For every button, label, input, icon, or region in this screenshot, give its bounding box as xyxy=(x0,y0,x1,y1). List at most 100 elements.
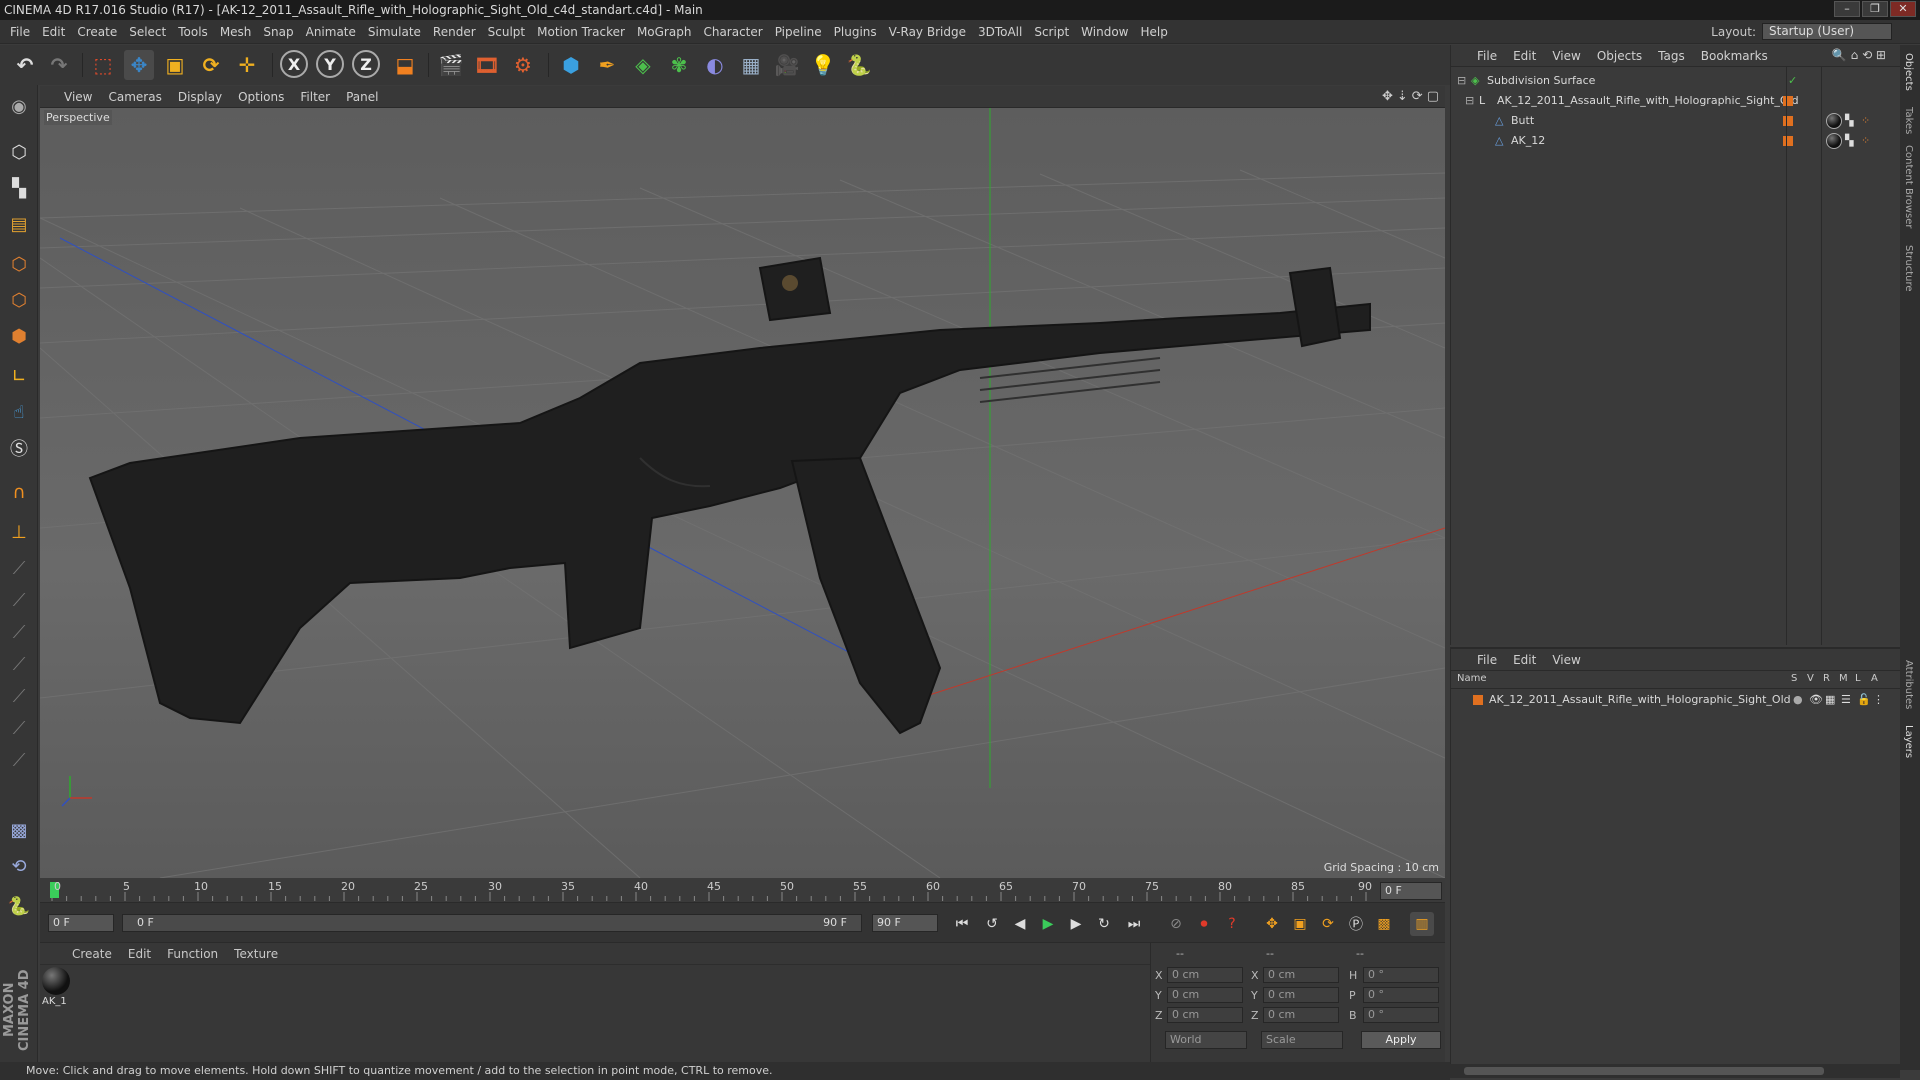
go-to-end-icon[interactable]: ⏭ xyxy=(1122,912,1146,936)
magnet-icon[interactable]: ∩ xyxy=(4,477,34,507)
manager-icon[interactable]: ☰ xyxy=(1841,691,1851,709)
om-menu-tags[interactable]: Tags xyxy=(1650,49,1693,63)
layout-dropdown[interactable]: Startup (User) xyxy=(1762,23,1892,40)
om-menu-bookmarks[interactable]: Bookmarks xyxy=(1693,49,1776,63)
size-z-field[interactable]: 0 cm xyxy=(1263,1007,1339,1023)
live-selection-icon[interactable]: ⬚ xyxy=(88,50,118,80)
python-script-icon[interactable]: 🐍 xyxy=(4,891,34,921)
rot-b-field[interactable]: 0 ° xyxy=(1363,1007,1439,1023)
current-frame-field[interactable]: 0 F xyxy=(1380,882,1442,900)
maximize-view-icon[interactable]: ▢ xyxy=(1427,89,1439,104)
layer-color-swatch[interactable] xyxy=(1473,695,1483,705)
menu-help[interactable]: Help xyxy=(1134,25,1173,39)
end-frame-field[interactable]: 90 F xyxy=(872,914,938,932)
pos-z-field[interactable]: 0 cm xyxy=(1167,1007,1243,1023)
lm-menu-edit[interactable]: Edit xyxy=(1505,653,1544,667)
close-icon[interactable]: ✕ xyxy=(1890,1,1916,17)
coordinate-system-icon[interactable]: ⬓ xyxy=(390,50,420,80)
start-frame-field[interactable]: 0 F xyxy=(48,914,114,932)
points-mode-icon[interactable]: ⬡ xyxy=(4,249,34,279)
key-position-icon[interactable]: ✥ xyxy=(1260,912,1284,936)
subdivision-surface-icon[interactable]: ◈ xyxy=(628,50,658,80)
python-icon[interactable]: 🐍 xyxy=(844,50,874,80)
cloner-icon[interactable]: ✾ xyxy=(664,50,694,80)
phong-tag-icon[interactable]: ⁘ xyxy=(1861,112,1870,130)
brush-tool-7-icon[interactable]: ⟋ xyxy=(4,745,34,775)
tab-layers[interactable]: Layers xyxy=(1903,725,1914,758)
axis-mode-icon[interactable]: ∟ xyxy=(4,361,34,391)
snapping-icon[interactable]: Ⓢ xyxy=(4,433,34,463)
floor-icon[interactable]: ▦ xyxy=(736,50,766,80)
texture-mode-icon[interactable]: ▚ xyxy=(4,173,34,203)
phong-tag-icon[interactable]: ⁘ xyxy=(1861,132,1870,150)
camera-icon[interactable]: 🎥 xyxy=(772,50,802,80)
next-frame-icon[interactable]: ▶ xyxy=(1064,912,1088,936)
om-menu-file[interactable]: File xyxy=(1469,49,1505,63)
viewport-menu-view[interactable]: View xyxy=(56,90,100,104)
menu-window[interactable]: Window xyxy=(1075,25,1134,39)
minimize-icon[interactable]: – xyxy=(1834,1,1860,17)
workplane-mode-icon[interactable]: ▤ xyxy=(4,209,34,239)
tweak-mode-icon[interactable]: ☝ xyxy=(4,397,34,427)
brush-tool-6-icon[interactable]: ⟋ xyxy=(4,713,34,743)
object-row[interactable]: ⊟ ◈ Subdivision Surface ✓ xyxy=(1451,72,1901,90)
tab-attributes[interactable]: Attributes xyxy=(1903,660,1914,709)
play-icon[interactable]: ▶ xyxy=(1036,912,1060,936)
enabled-check-icon[interactable]: ✓ xyxy=(1788,72,1797,90)
key-rotation-icon[interactable]: ⟳ xyxy=(1316,912,1340,936)
menu-vray-bridge[interactable]: V-Ray Bridge xyxy=(883,25,972,39)
light-icon[interactable]: 💡 xyxy=(808,50,838,80)
lock-icon[interactable]: 🔓 xyxy=(1857,691,1871,709)
layer-row[interactable]: AK_12_2011_Assault_Rifle_with_Holographi… xyxy=(1451,691,1901,709)
material-swatch[interactable]: AK_1 xyxy=(42,967,72,1009)
object-row[interactable]: ⊟ L AK_12_2011_Assault_Rifle_with_Hologr… xyxy=(1451,92,1901,110)
size-y-field[interactable]: 0 cm xyxy=(1263,987,1339,1003)
menu-animate[interactable]: Animate xyxy=(300,25,362,39)
move-tool-icon[interactable]: ✥ xyxy=(124,50,154,80)
brush-tool-1-icon[interactable]: ⟋ xyxy=(4,553,34,583)
solo-icon[interactable]: ● xyxy=(1793,691,1803,709)
viewport-menu-filter[interactable]: Filter xyxy=(292,90,338,104)
next-key-icon[interactable]: ↻ xyxy=(1092,912,1116,936)
horizontal-scrollbar[interactable] xyxy=(1450,1064,1900,1078)
texture-tag-icon[interactable]: ▚ xyxy=(1845,132,1853,150)
render-settings-icon[interactable]: ⚙ xyxy=(508,50,538,80)
maximize-icon[interactable]: ❐ xyxy=(1862,1,1888,17)
material-tag-icon[interactable] xyxy=(1826,133,1842,149)
coordinate-mode-dropdown[interactable]: World xyxy=(1165,1031,1247,1049)
workplane-icon[interactable]: ⊥ xyxy=(4,517,34,547)
collapse-icon[interactable]: ⊟ xyxy=(1465,92,1474,110)
pos-y-field[interactable]: 0 cm xyxy=(1167,987,1243,1003)
make-editable-icon[interactable]: ◉ xyxy=(4,91,34,121)
render-picture-viewer-icon[interactable]: 🎞 xyxy=(472,50,502,80)
lm-menu-view[interactable]: View xyxy=(1544,653,1588,667)
menu-mesh[interactable]: Mesh xyxy=(214,25,258,39)
menu-3dtoall[interactable]: 3DToAll xyxy=(972,25,1028,39)
om-menu-view[interactable]: View xyxy=(1544,49,1588,63)
animation-icon[interactable]: ⋮ xyxy=(1873,691,1884,709)
texture-tag-icon[interactable]: ▚ xyxy=(1845,112,1853,130)
redo-icon[interactable]: ↷ xyxy=(44,50,74,80)
render-icon[interactable]: ▦ xyxy=(1825,691,1835,709)
brush-tool-4-icon[interactable]: ⟋ xyxy=(4,649,34,679)
polygons-mode-icon[interactable]: ⬢ xyxy=(4,321,34,351)
material-menu-edit[interactable]: Edit xyxy=(120,947,159,961)
menu-simulate[interactable]: Simulate xyxy=(362,25,427,39)
auto-keying-icon[interactable]: ⏺ xyxy=(1192,912,1216,936)
tab-structure[interactable]: Structure xyxy=(1903,245,1914,292)
previous-key-icon[interactable]: ↺ xyxy=(980,912,1004,936)
apply-button[interactable]: Apply xyxy=(1361,1031,1441,1049)
pos-x-field[interactable]: 0 cm xyxy=(1167,967,1243,983)
edges-mode-icon[interactable]: ⬡ xyxy=(4,285,34,315)
layer-color-icon[interactable] xyxy=(1783,96,1793,106)
menu-edit[interactable]: Edit xyxy=(36,25,71,39)
menu-pipeline[interactable]: Pipeline xyxy=(769,25,828,39)
y-axis-lock-icon[interactable]: Y xyxy=(316,50,344,78)
deformer-icon[interactable]: ◐ xyxy=(700,50,730,80)
timeline-ruler[interactable]: 0 5 10 15 20 25 30 35 40 45 50 55 60 65 … xyxy=(40,880,1445,902)
om-search-icon[interactable]: 🔍 ⌂ ⟲ ⊞ xyxy=(1824,48,1894,62)
menu-plugins[interactable]: Plugins xyxy=(828,25,883,39)
layer-color-icon[interactable] xyxy=(1783,116,1793,126)
material-tag-icon[interactable] xyxy=(1826,113,1842,129)
menu-tools[interactable]: Tools xyxy=(172,25,214,39)
